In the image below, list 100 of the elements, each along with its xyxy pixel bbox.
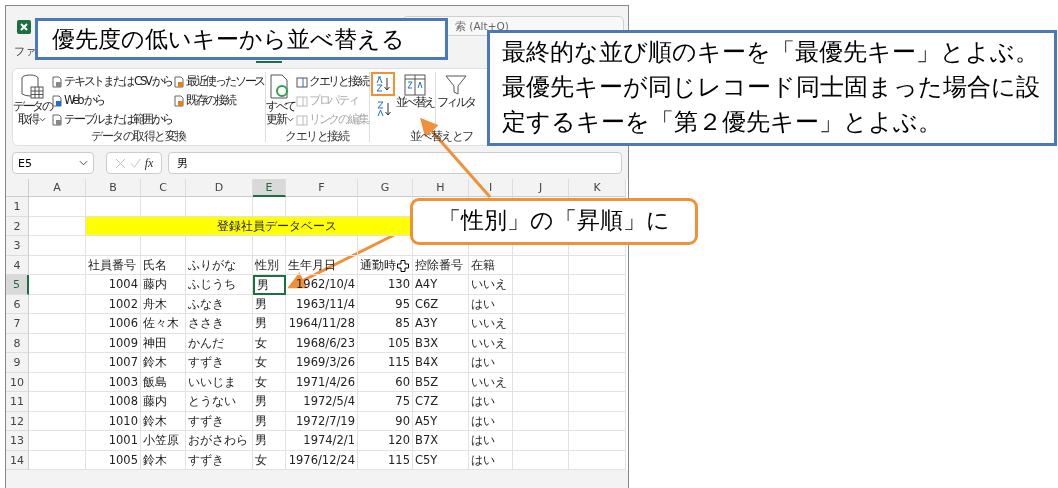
table-cell: 飯島 xyxy=(141,372,186,392)
column-header[interactable]: G xyxy=(358,179,413,197)
table-cell: 佐々木 xyxy=(141,314,186,334)
table-cell: はい xyxy=(469,392,513,412)
table-cell: はい xyxy=(469,294,513,314)
column-label: 在籍 xyxy=(469,255,513,275)
column-header[interactable]: H xyxy=(413,179,469,197)
row-header[interactable]: 13 xyxy=(6,431,29,451)
ribbon-command[interactable]: クエリと接続 xyxy=(295,72,368,91)
table-cell: 90 xyxy=(358,411,413,431)
table-cell: 女 xyxy=(253,372,286,392)
table-cell: おがさわら xyxy=(186,431,253,451)
table-cell: B4X xyxy=(413,353,469,373)
refresh-all-button[interactable]: すべて 更新 xyxy=(266,72,295,130)
filter-button[interactable]: フィルタ xyxy=(434,72,475,130)
table-cell: 1008 xyxy=(86,392,141,412)
table-cell: 1976/12/24 xyxy=(286,450,358,470)
callout: 「性別」の「昇順」に xyxy=(410,198,698,245)
table-cell: 1964/11/28 xyxy=(286,314,358,334)
table-cell: すずき xyxy=(186,411,253,431)
table-cell: はい xyxy=(469,450,513,470)
table-cell: B7X xyxy=(413,431,469,451)
table-cell: いいえ xyxy=(469,333,513,353)
table-cell: 鈴木 xyxy=(141,450,186,470)
table-cell: ふなき xyxy=(186,294,253,314)
table-cell: 1003 xyxy=(86,372,141,392)
group-label: クエリと接続 xyxy=(284,130,350,142)
table-cell: はい xyxy=(469,353,513,373)
ribbon-command[interactable]: 最近使ったソース xyxy=(172,72,265,91)
table-cell: 男 xyxy=(253,275,286,295)
table-cell: 115 xyxy=(358,450,413,470)
table-cell: いいえ xyxy=(469,372,513,392)
column-header[interactable]: F xyxy=(286,179,358,197)
table-cell: いいえ xyxy=(469,314,513,334)
table-cell: 鈴木 xyxy=(141,353,186,373)
table-cell: 1963/11/4 xyxy=(286,294,358,314)
table-cell: ふじうち xyxy=(186,275,253,295)
table-cell: 女 xyxy=(253,353,286,373)
table-cell: すずき xyxy=(186,450,253,470)
table-cell: 1972/7/19 xyxy=(286,411,358,431)
column-label: 控除番号 xyxy=(413,255,469,275)
table-cell: 女 xyxy=(253,450,286,470)
table-cell: 1007 xyxy=(86,353,141,373)
table-cell: 女 xyxy=(253,333,286,353)
column-label: 氏名 xyxy=(141,255,186,275)
table-cell: 1004 xyxy=(86,275,141,295)
table-cell: 1002 xyxy=(86,294,141,314)
ribbon-command[interactable]: テーブルまたは範囲から xyxy=(51,110,172,129)
column-header[interactable]: I xyxy=(469,179,513,197)
table-cell: 男 xyxy=(253,314,286,334)
table-cell: 男 xyxy=(253,294,286,314)
table-cell: いいじま xyxy=(186,372,253,392)
table-cell: 1969/3/26 xyxy=(286,353,358,373)
column-header[interactable]: B xyxy=(86,179,141,197)
table-cell: 男 xyxy=(253,431,286,451)
column-header[interactable]: J xyxy=(513,179,569,197)
column-header[interactable]: A xyxy=(29,179,86,197)
ribbon-tab[interactable]: ファ xyxy=(14,45,36,59)
row-header[interactable]: 7 xyxy=(6,314,29,334)
column-header[interactable]: D xyxy=(186,179,253,197)
callout: 優先度の低いキーから並べ替える xyxy=(35,18,448,60)
table-cell: A3Y xyxy=(413,314,469,334)
group-label: データの取得と変換 xyxy=(90,130,187,142)
table-cell: 1001 xyxy=(86,431,141,451)
column-label: ふりがな xyxy=(186,255,253,275)
table-cell: A5Y xyxy=(413,411,469,431)
table-cell: 1972/5/4 xyxy=(286,392,358,412)
formula-input[interactable]: 男 xyxy=(168,152,622,174)
table-cell: 115 xyxy=(358,353,413,373)
row-header[interactable]: 5 xyxy=(6,275,29,295)
column-header[interactable]: E xyxy=(253,179,286,197)
table-cell: C7Z xyxy=(413,392,469,412)
ribbon-command[interactable]: Web から xyxy=(51,91,172,110)
callout: 最終的な並び順のキーを「最優先キー」とよぶ。最優先キーが同じレコード同士固まった場合に設定するキーを「第２優先キー」とよぶ。 xyxy=(487,30,1057,146)
row-header[interactable]: 9 xyxy=(6,353,29,373)
table-cell: とうない xyxy=(186,392,253,412)
table-cell: B5Z xyxy=(413,372,469,392)
column-header[interactable]: K xyxy=(569,179,626,197)
table-cell: C5Y xyxy=(413,450,469,470)
ribbon-command[interactable]: 既存の接続 xyxy=(172,91,265,110)
table-cell: すずき xyxy=(186,353,253,373)
column-header[interactable]: C xyxy=(141,179,186,197)
table-cell: 男 xyxy=(253,392,286,412)
ribbon-command[interactable]: テキストまたは CSV から xyxy=(51,72,172,91)
table-cell: 1971/4/26 xyxy=(286,372,358,392)
table-cell: 藤内 xyxy=(141,392,186,412)
table-cell: A4Y xyxy=(413,275,469,295)
table-cell: ささき xyxy=(186,314,253,334)
row-header[interactable]: 11 xyxy=(6,392,29,412)
get-data-button[interactable]: データの 取得 xyxy=(13,72,51,130)
table-cell: C6Z xyxy=(413,294,469,314)
table-cell: 130 xyxy=(358,275,413,295)
insert-function-button[interactable]: fx xyxy=(144,155,154,171)
table-cell: かんだ xyxy=(186,333,253,353)
row-header[interactable]: 1 xyxy=(6,197,29,217)
table-cell: 1010 xyxy=(86,411,141,431)
table-cell: 105 xyxy=(358,333,413,353)
sort-button[interactable]: 並べ替え xyxy=(395,72,434,130)
name-box[interactable]: E5 xyxy=(12,152,94,174)
row-header[interactable]: 3 xyxy=(6,236,29,256)
